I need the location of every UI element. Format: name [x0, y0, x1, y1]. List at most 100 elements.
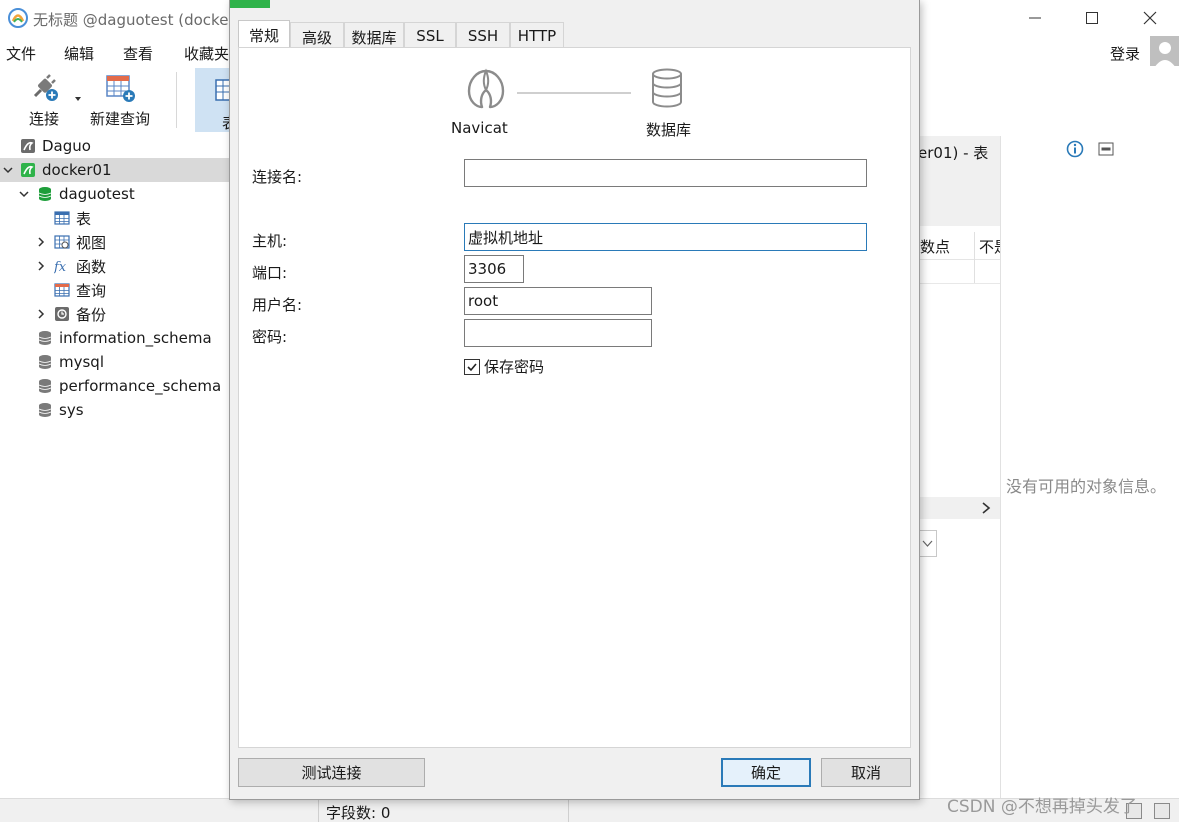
menu-edit[interactable]: 编辑: [64, 43, 94, 64]
object-tab-title[interactable]: er01) - 表: [918, 142, 988, 163]
navicat-label: Navicat: [451, 119, 508, 137]
password-label: 密码:: [252, 328, 288, 346]
host-input[interactable]: [464, 223, 867, 251]
username-label: 用户名:: [252, 296, 303, 314]
connection-name-input[interactable]: [464, 159, 867, 187]
chevron-down-icon[interactable]: [2, 164, 14, 176]
mysql-connection-icon: [21, 139, 35, 153]
ok-button[interactable]: 确定: [721, 758, 811, 787]
tree-database-sys[interactable]: sys: [0, 398, 232, 422]
connect-button[interactable]: 连接: [22, 70, 66, 132]
tree-connection-docker01[interactable]: docker01: [0, 158, 232, 182]
database-icon: [38, 403, 52, 417]
connect-label: 连接: [28, 110, 59, 128]
general-tab-panel: Navicat 数据库 连接名: 主机: 端口: 用户名: 密码: 保存密码: [238, 47, 911, 748]
grid-column-decimal[interactable]: 数点: [920, 236, 950, 257]
minimize-button[interactable]: [1013, 6, 1057, 30]
chevron-right-icon[interactable]: [35, 236, 47, 248]
tree-label: daguotest: [59, 185, 135, 203]
chevron-down-icon[interactable]: [18, 188, 30, 200]
new-query-label: 新建查询: [89, 110, 150, 128]
menu-favorites[interactable]: 收藏夹: [184, 43, 229, 64]
info-icon[interactable]: [1066, 140, 1084, 158]
navicat-app-icon: [8, 8, 28, 28]
user-avatar-icon: [1154, 42, 1176, 68]
tab-database[interactable]: 数据库: [344, 22, 404, 48]
port-input[interactable]: [464, 255, 524, 283]
save-password-label: 保存密码: [484, 358, 545, 376]
grid-combo-box[interactable]: [918, 530, 937, 557]
tab-advanced[interactable]: 高级: [290, 22, 344, 48]
port-label: 端口:: [252, 264, 288, 282]
status-separator: [318, 800, 319, 822]
table-tool-button[interactable]: 表: [195, 68, 237, 132]
toolbar-separator: [176, 72, 177, 128]
new-query-button[interactable]: 新建查询: [88, 70, 152, 132]
tree-item-views[interactable]: 视图: [0, 230, 232, 254]
avatar[interactable]: [1150, 36, 1179, 68]
database-open-icon: [38, 187, 52, 201]
username-input[interactable]: [464, 287, 652, 315]
database-icon: [652, 68, 682, 108]
horizontal-scrollbar[interactable]: [918, 497, 1000, 519]
database-icon: [38, 331, 52, 345]
mysql-connection-open-icon: [21, 163, 35, 177]
svg-text:fx: fx: [54, 260, 67, 274]
tree-item-queries[interactable]: 查询: [0, 278, 232, 302]
menu-view[interactable]: 查看: [123, 43, 153, 64]
tree-item-tables[interactable]: 表: [0, 206, 232, 230]
minimize-icon: [1029, 17, 1041, 19]
tree-label: 表: [76, 209, 92, 228]
tree-label: mysql: [59, 353, 104, 371]
save-password-checkbox[interactable]: [464, 358, 480, 375]
connection-line: [517, 92, 631, 94]
tree-label: 查询: [76, 281, 107, 300]
function-icon: fx: [54, 260, 67, 274]
password-input[interactable]: [464, 319, 652, 347]
chevron-right-icon[interactable]: [35, 260, 47, 272]
menu-file[interactable]: 文件: [6, 43, 36, 64]
tree-connection-daguo[interactable]: Daguo: [0, 134, 232, 158]
tree-item-functions[interactable]: fx 函数: [0, 254, 232, 278]
query-icon: [54, 283, 70, 297]
connection-name-label: 连接名:: [252, 168, 303, 186]
tree-database-mysql[interactable]: mysql: [0, 350, 232, 374]
plug-icon: [33, 74, 58, 101]
tab-ssl[interactable]: SSL: [404, 22, 456, 48]
login-link[interactable]: 登录: [1110, 43, 1140, 64]
grid-row-divider: [918, 283, 1000, 284]
mysql-connection-icon: [230, 0, 270, 8]
close-button[interactable]: [1128, 6, 1172, 30]
layout-right-icon[interactable]: [1154, 803, 1170, 819]
new-query-icon: [106, 75, 135, 102]
test-connection-button[interactable]: 测试连接: [238, 758, 425, 787]
dropdown-arrow-icon[interactable]: [74, 96, 82, 102]
view-icon: [54, 235, 70, 249]
tree-database-performance-schema[interactable]: performance_schema: [0, 374, 232, 398]
new-connection-dialog: 常规 高级 数据库 SSL SSH HTTP Navicat 数据库 连接名: …: [229, 0, 920, 800]
tab-ssh[interactable]: SSH: [456, 22, 510, 48]
tree-label: performance_schema: [59, 377, 222, 395]
cancel-button[interactable]: 取消: [821, 758, 911, 787]
save-password-option[interactable]: 保存密码: [464, 356, 544, 377]
tab-http[interactable]: HTTP: [510, 22, 564, 48]
database-icon: [38, 355, 52, 369]
grid-column-not-null[interactable]: 不是: [979, 236, 1000, 257]
grid-column-divider: [974, 232, 975, 284]
tree-label: 视图: [76, 233, 107, 252]
chevron-right-icon[interactable]: [35, 308, 47, 320]
connection-tree: Daguo docker01 daguotest 表 视图 fx 函数 查询 备…: [0, 134, 232, 798]
tab-general[interactable]: 常规: [238, 20, 290, 49]
checkmark-icon: [467, 362, 477, 371]
maximize-button[interactable]: [1070, 6, 1114, 30]
close-icon: [1143, 11, 1157, 25]
tree-database-information-schema[interactable]: information_schema: [0, 326, 232, 350]
host-label: 主机:: [252, 232, 288, 250]
tree-database-daguotest[interactable]: daguotest: [0, 182, 232, 206]
chevron-right-icon[interactable]: [980, 501, 992, 515]
tree-item-backups[interactable]: 备份: [0, 302, 232, 326]
database-label: 数据库: [646, 121, 692, 139]
ddl-icon[interactable]: [1098, 141, 1114, 157]
tree-label: sys: [59, 401, 84, 419]
tree-label: 备份: [76, 305, 107, 324]
